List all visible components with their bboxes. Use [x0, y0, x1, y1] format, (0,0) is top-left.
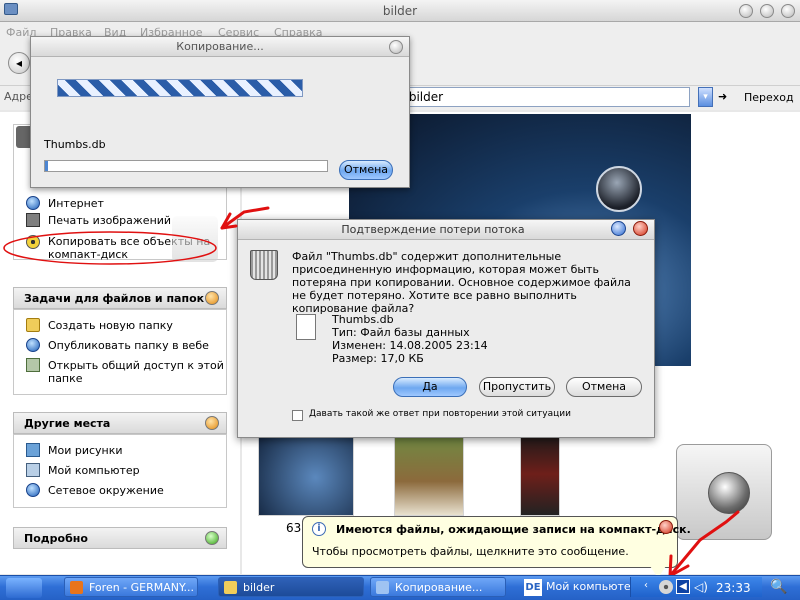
taskbar-item-forum[interactable]: Foren - GERMANY... [64, 577, 198, 597]
taskbar-item-copying[interactable]: Копирование... [370, 577, 506, 597]
copy-icon [376, 581, 389, 594]
search-icon[interactable]: 🔍 [764, 577, 794, 597]
taskbar-item-label: bilder [243, 581, 275, 594]
tray-expand-icon[interactable]: ‹ [644, 580, 648, 591]
speaker-icon[interactable]: ◁) [694, 580, 708, 594]
taskbar-item-label: Копирование... [395, 581, 483, 594]
annotation-ellipse [3, 231, 217, 265]
clock[interactable]: 23:33 [716, 581, 751, 595]
start-button[interactable] [6, 578, 42, 598]
taskbar-item-bilder[interactable]: bilder [218, 577, 364, 597]
taskbar-item-label: Foren - GERMANY... [89, 581, 194, 594]
annotation-overlay [3, 206, 740, 578]
cd-burn-tray-icon[interactable] [659, 580, 673, 594]
volume-tray-icon[interactable]: ◀ [676, 579, 690, 594]
folder-icon [224, 581, 237, 594]
annotation-arrow-tray [668, 510, 740, 578]
annotation-arrow-left [220, 206, 270, 230]
firefox-icon [70, 581, 83, 594]
taskbar-item-label: Мой компьютер [546, 580, 638, 593]
